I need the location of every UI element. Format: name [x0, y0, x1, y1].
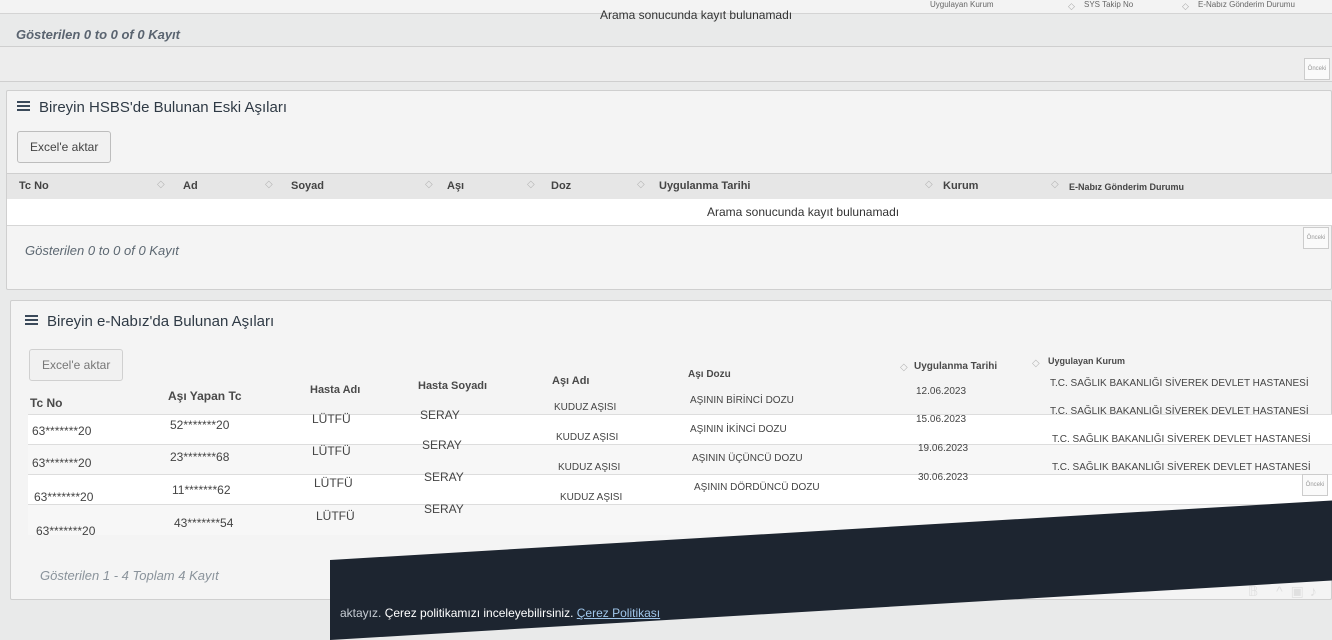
monitor-icon[interactable]: ▣ — [1291, 583, 1304, 599]
top-header-sys-takip-no[interactable]: SYS Takip No — [1084, 0, 1133, 9]
top-pagination-bar: Önceki — [0, 46, 1332, 82]
enabiz-export-excel-button[interactable]: Excel'e aktar — [29, 349, 124, 381]
hsbs-panel-title: Bireyin HSBS'de Bulunan Eski Aşıları — [17, 99, 287, 116]
sort-icon[interactable]: ◇ — [900, 362, 908, 373]
top-empty-message: Arama sonucunda kayıt bulunamadı — [600, 8, 793, 22]
cookie-policy-link[interactable]: Çerez Politikası — [577, 606, 660, 620]
sort-icon[interactable]: ◇ — [527, 179, 535, 190]
chevron-up-icon[interactable]: ^ — [1276, 583, 1283, 599]
sort-icon[interactable]: ◇ — [637, 179, 645, 190]
enabiz-col-asi-adi[interactable]: Aşı Adı — [552, 375, 590, 387]
hsbs-table-header: Tc No ◇ Ad ◇ Soyad ◇ Aşı ◇ Doz ◇ Uygulan… — [7, 173, 1332, 201]
sort-icon[interactable]: ◇ — [1051, 179, 1059, 190]
hsbs-col-ad[interactable]: Ad — [183, 180, 198, 192]
hsbs-col-kurum[interactable]: Kurum — [943, 180, 978, 192]
hsbs-vaccines-panel: Bireyin HSBS'de Bulunan Eski Aşıları Exc… — [6, 90, 1332, 290]
hsbs-empty-message: Arama sonucunda kayıt bulunamadı — [707, 205, 900, 219]
table-row[interactable] — [28, 444, 1332, 475]
hsbs-title-text: Bireyin HSBS'de Bulunan Eski Aşıları — [39, 99, 287, 116]
previous-page-button[interactable]: Önceki — [1304, 58, 1330, 80]
sort-icon[interactable]: ◇ — [925, 179, 933, 190]
enabiz-col-asi-yapan-tc[interactable]: Aşı Yapan Tc — [168, 389, 242, 403]
cookie-text: Çerez politikamızı inceleyebilirsiniz. — [384, 606, 577, 620]
system-tray: 𝔹︎ ^ ▣ ♪ — [1248, 583, 1317, 600]
list-icon — [17, 101, 30, 111]
enabiz-panel-title: Bireyin e-Nabız'da Bulunan Aşıları — [25, 313, 274, 330]
top-records-shown: Gösterilen 0 to 0 of 0 Kayıt — [16, 27, 180, 42]
top-header-uygulayan-kurum[interactable]: Uygulayan Kurum — [930, 0, 994, 9]
table-row[interactable] — [28, 474, 1332, 505]
previous-page-button[interactable]: Önceki — [1302, 474, 1328, 496]
enabiz-title-text: Bireyin e-Nabız'da Bulunan Aşıları — [47, 313, 275, 330]
sort-icon[interactable]: ◇ — [265, 179, 273, 190]
enabiz-col-uygulanma-tarihi[interactable]: Uygulanma Tarihi — [914, 361, 997, 372]
speaker-icon[interactable]: ♪ — [1310, 583, 1317, 599]
table-row[interactable] — [28, 414, 1332, 445]
hsbs-col-soyad[interactable]: Soyad — [291, 180, 324, 192]
hsbs-col-tc-no[interactable]: Tc No — [19, 180, 49, 192]
enabiz-col-uygulayan-kurum[interactable]: Uygulayan Kurum — [1048, 356, 1125, 366]
sort-icon[interactable]: ◇ — [1032, 358, 1040, 369]
enabiz-col-tc-no[interactable]: Tc No — [30, 396, 62, 410]
hsbs-col-uygulanma-tarihi[interactable]: Uygulanma Tarihi — [659, 180, 750, 192]
cookie-banner: aktayız. Çerez politikamızı inceleyebili… — [340, 606, 660, 620]
hsbs-col-enabiz-durumu[interactable]: E-Nabız Gönderim Durumu — [1069, 182, 1184, 192]
person-icon[interactable]: 𝔹︎ — [1248, 583, 1258, 599]
hsbs-export-excel-button[interactable]: Excel'e aktar — [17, 131, 112, 163]
hsbs-col-doz[interactable]: Doz — [551, 180, 571, 192]
sort-icon[interactable]: ◇ — [1068, 1, 1075, 12]
hsbs-records-shown: Gösterilen 0 to 0 of 0 Kayıt — [25, 243, 179, 258]
list-icon — [25, 315, 38, 325]
sort-icon[interactable]: ◇ — [157, 179, 165, 190]
sort-icon[interactable]: ◇ — [425, 179, 433, 190]
hsbs-col-asi[interactable]: Aşı — [447, 180, 464, 192]
sort-icon[interactable]: ◇ — [1182, 1, 1189, 12]
top-header-enabiz-durumu[interactable]: E-Nabız Gönderim Durumu — [1198, 0, 1295, 9]
cookie-prefix: aktayız. — [340, 606, 385, 620]
enabiz-col-hasta-soyadi[interactable]: Hasta Soyadı — [418, 380, 487, 392]
previous-page-button[interactable]: Önceki — [1303, 227, 1329, 249]
enabiz-col-asi-dozu[interactable]: Aşı Dozu — [688, 369, 731, 380]
hsbs-empty-row: Arama sonucunda kayıt bulunamadı — [7, 199, 1332, 226]
enabiz-col-hasta-adi[interactable]: Hasta Adı — [310, 384, 360, 396]
